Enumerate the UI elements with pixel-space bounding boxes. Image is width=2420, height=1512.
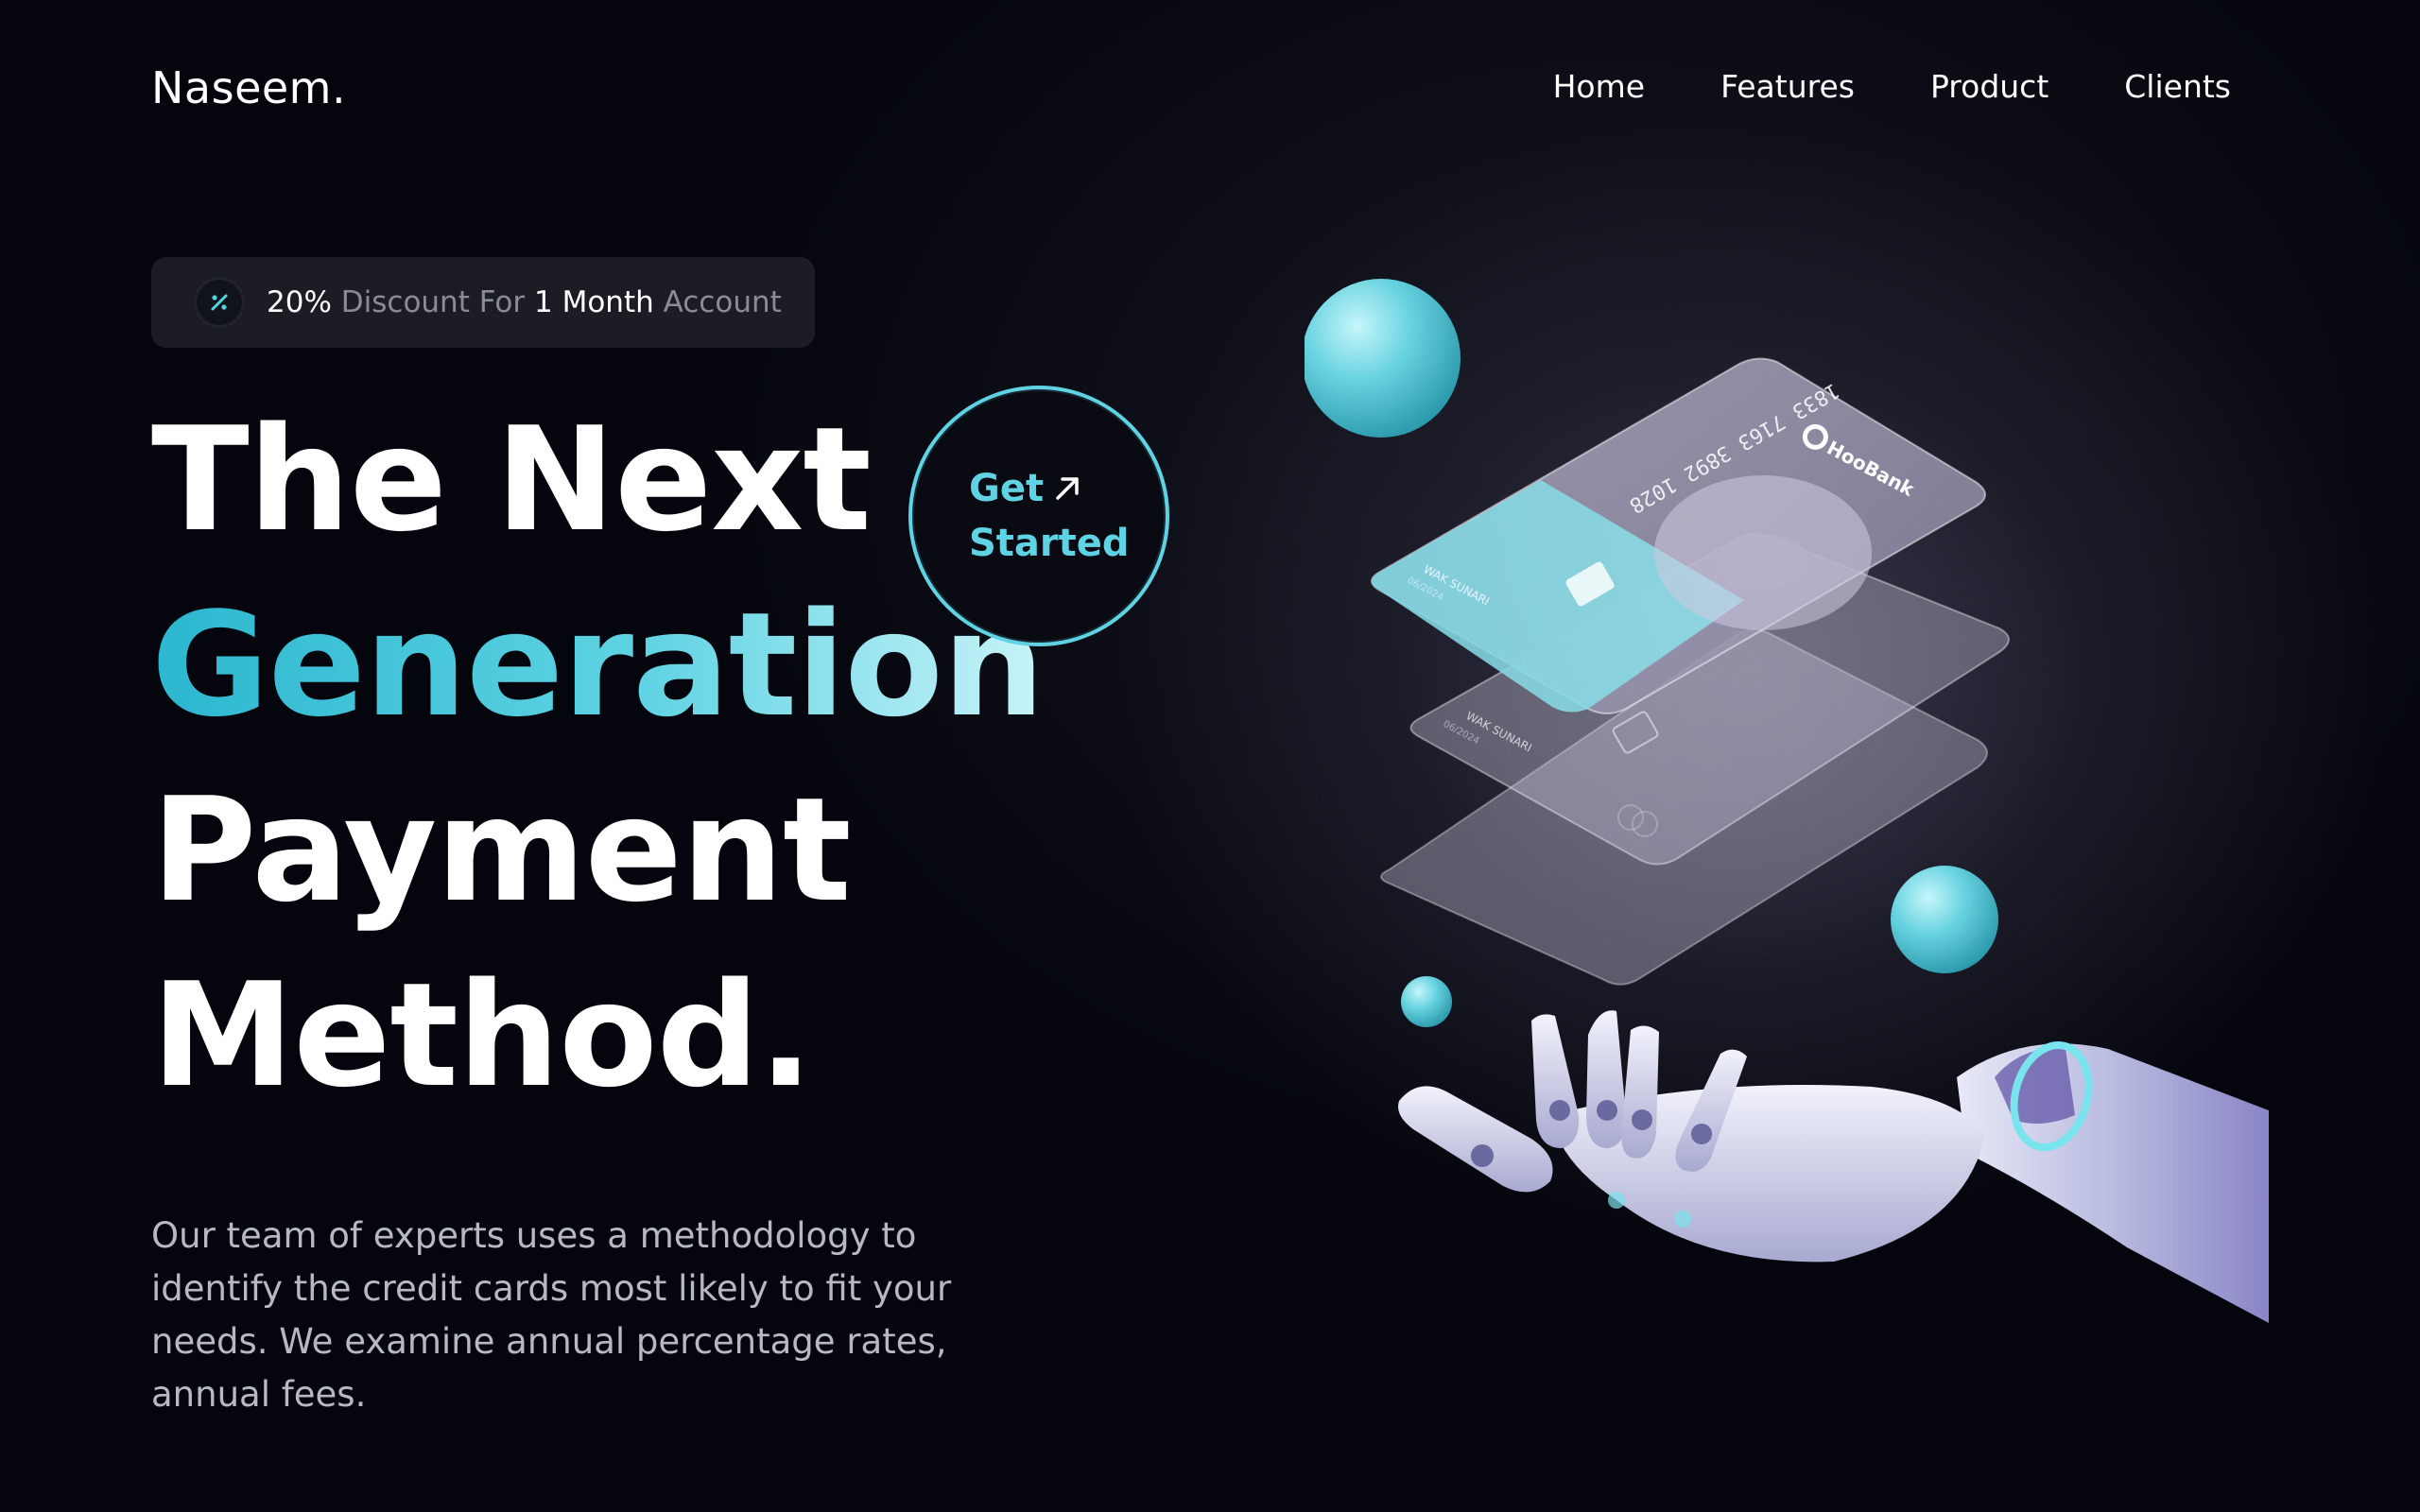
hero-line-2: Generation	[151, 573, 1045, 758]
sphere-medium	[1891, 866, 1998, 973]
nav-item-home[interactable]: Home	[1553, 68, 1645, 105]
hero-line-4: Method.	[151, 952, 813, 1119]
main-nav: Home Features Product Clients	[1553, 68, 2231, 105]
hero-description: Our team of experts uses a methodology t…	[151, 1215, 952, 1415]
nav-item-features[interactable]: Features	[1720, 68, 1855, 105]
discount-percent: 20%	[267, 285, 332, 319]
discount-text-1: Discount For	[331, 285, 534, 319]
nav-item-product[interactable]: Product	[1930, 68, 2048, 105]
discount-duration: 1 Month	[534, 285, 654, 319]
get-started-button[interactable]: Get Started	[908, 386, 1169, 646]
hero-illustration: WAK SUNARI 06/2024 WAK SUNARI 06/2024 18…	[1305, 279, 2269, 1323]
get-started-label-2: Started	[969, 522, 1130, 565]
percent-icon	[197, 280, 242, 325]
robot-hand	[1398, 1010, 2269, 1323]
hero-line-1: The Next	[151, 396, 872, 563]
sphere-small	[1401, 976, 1452, 1027]
get-started-label-1: Get	[969, 467, 1045, 510]
discount-badge: 20% Discount For 1 Month Account	[151, 257, 815, 348]
site-logo[interactable]: Naseem.	[151, 62, 346, 113]
arrow-up-right-icon	[1053, 471, 1081, 509]
hero-line-3: Payment	[151, 766, 852, 934]
discount-text-2: Account	[653, 285, 782, 319]
landing-page: Naseem. Home Features Product Clients 20…	[0, 0, 2420, 1512]
sphere-large	[1305, 279, 1461, 438]
nav-item-clients[interactable]: Clients	[2124, 68, 2231, 105]
